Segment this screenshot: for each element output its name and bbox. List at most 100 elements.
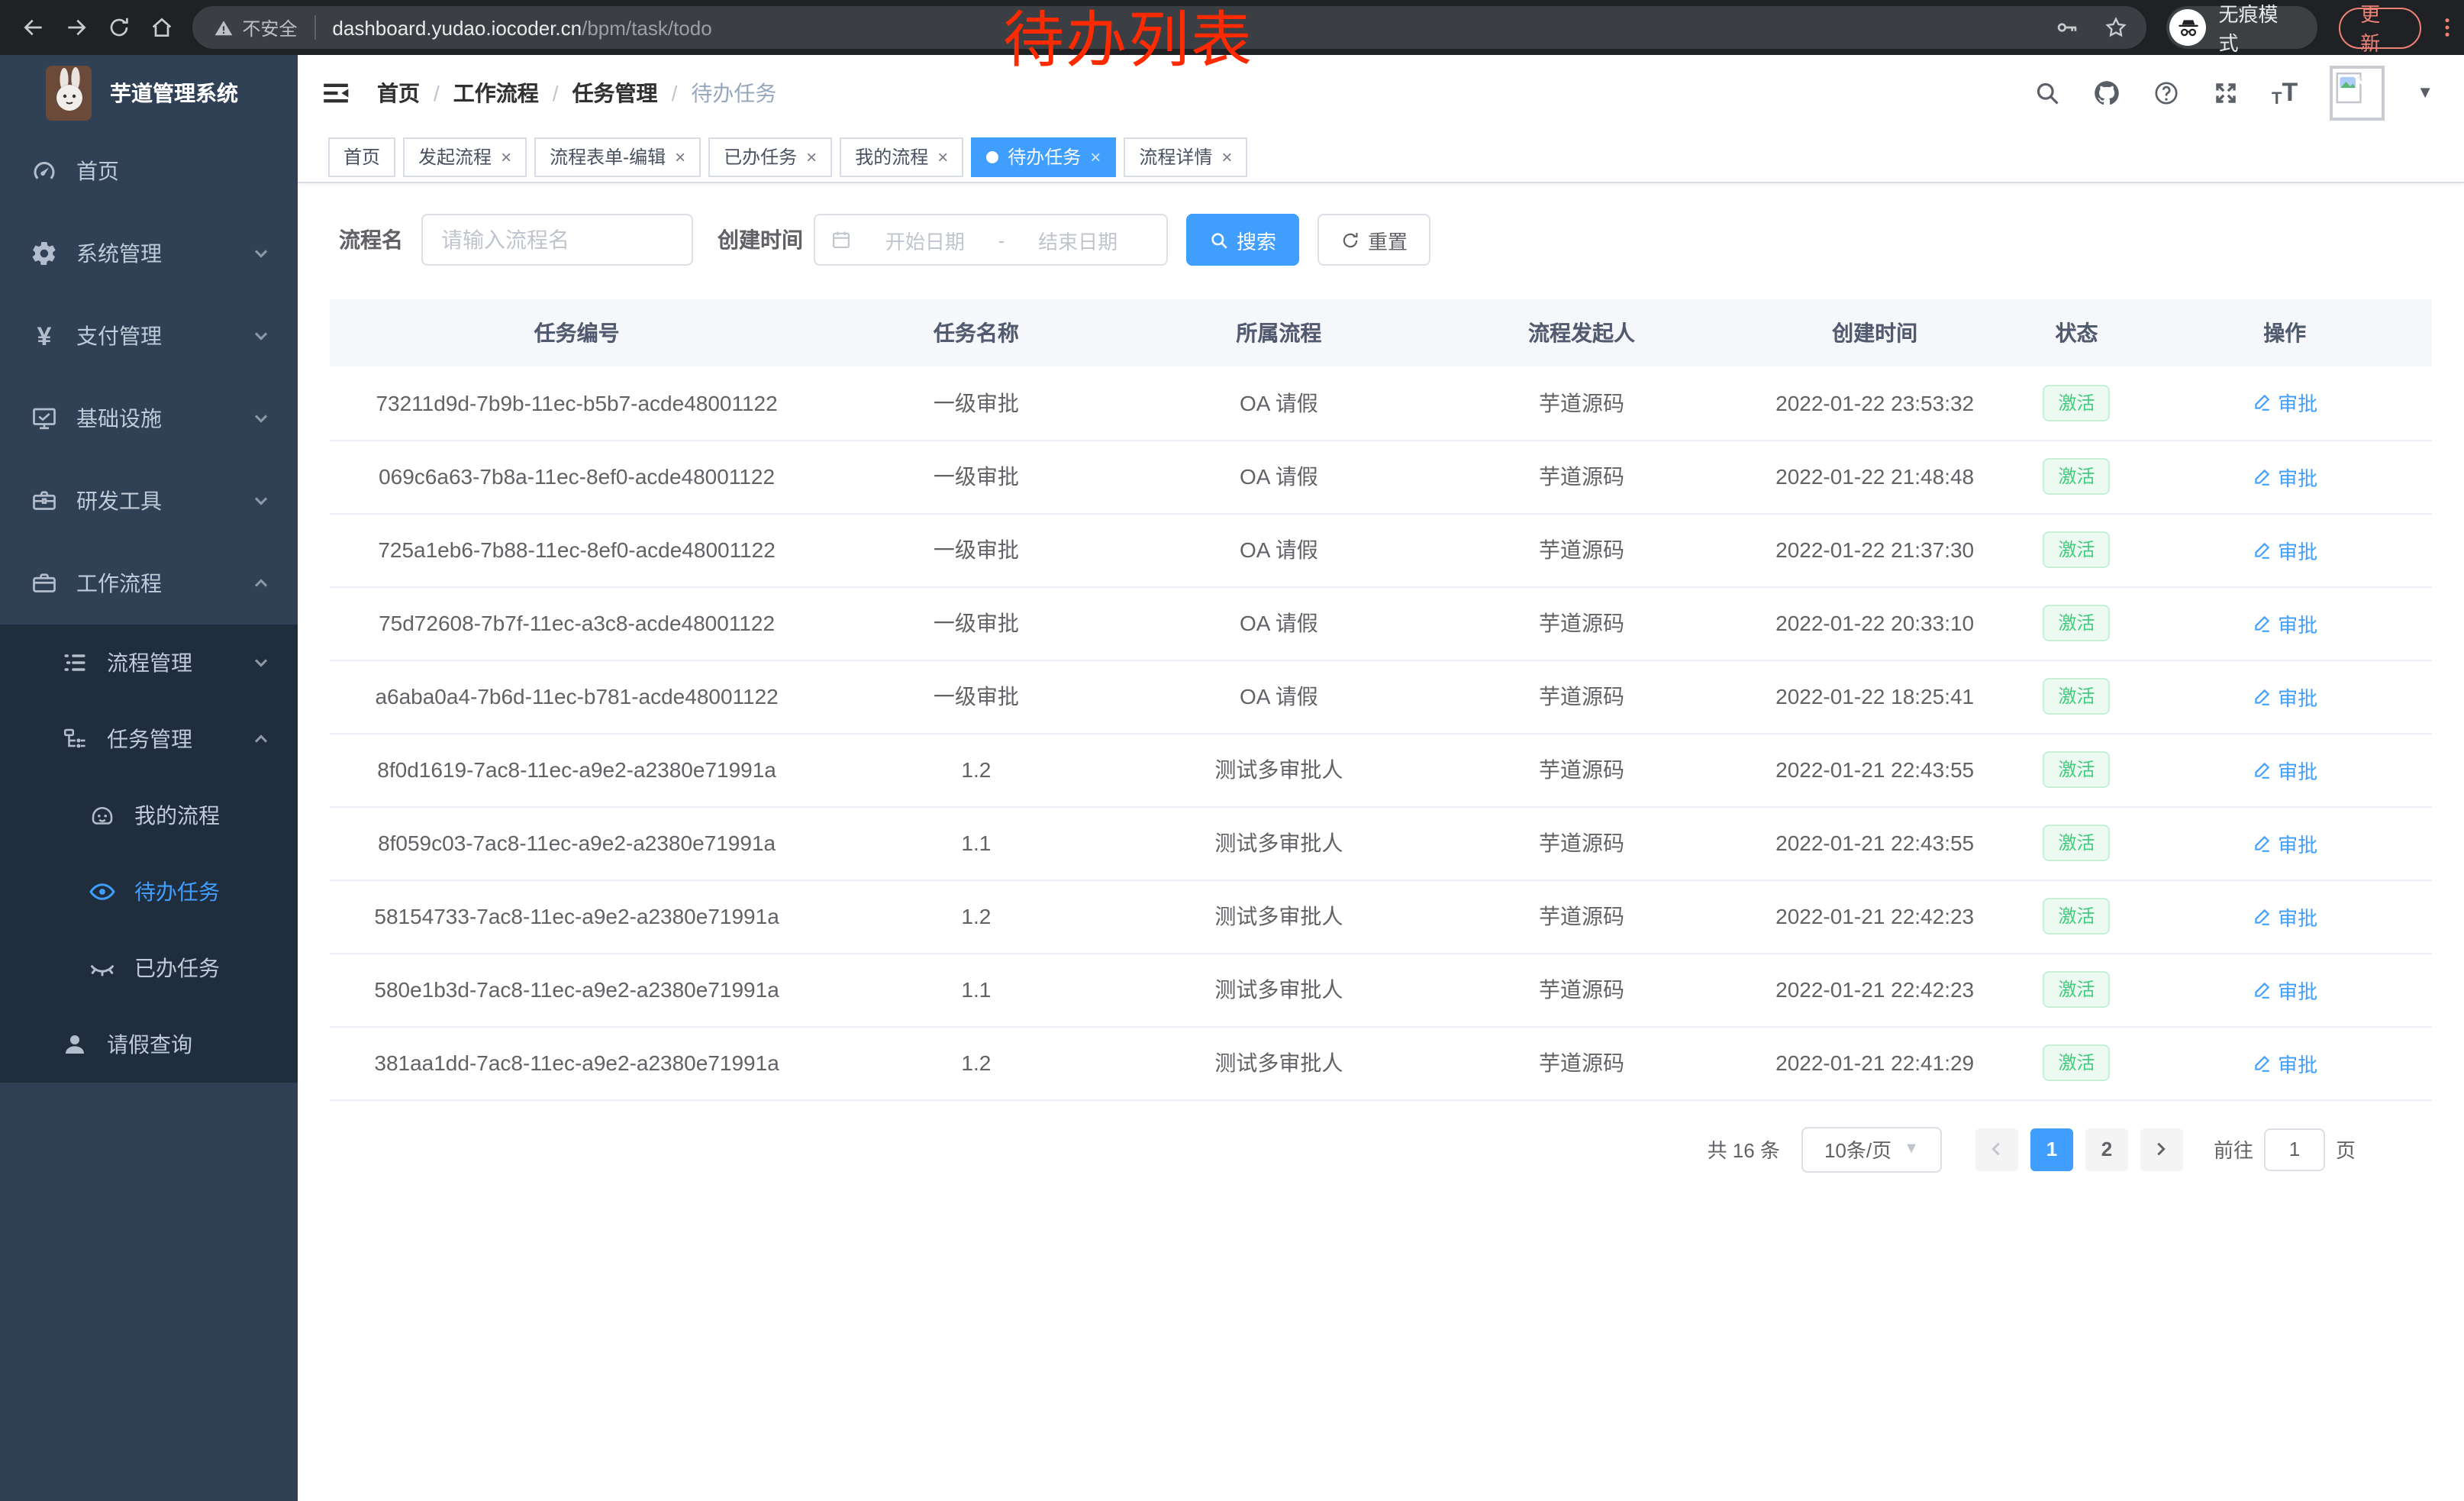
browser-home-button[interactable] <box>140 6 183 49</box>
sidebar-item-label: 基础设施 <box>76 403 162 434</box>
approve-link[interactable]: 审批 <box>2252 902 2317 931</box>
col-initiator: 流程发起人 <box>1429 299 1734 366</box>
goto-label: 前往 <box>2214 1135 2253 1164</box>
approve-link[interactable]: 审批 <box>2252 535 2317 564</box>
chevron-down-icon[interactable]: ▼ <box>2417 84 2433 102</box>
approve-link[interactable]: 审批 <box>2252 682 2317 711</box>
reset-button[interactable]: 重置 <box>1317 214 1430 266</box>
process-cell: 测试多审批人 <box>1129 953 1430 1026</box>
browser-update-button[interactable]: 更新 <box>2339 7 2421 48</box>
prev-page-button[interactable] <box>1975 1128 2018 1170</box>
tab-label: 流程表单-编辑 <box>550 144 666 169</box>
browser-menu-button[interactable] <box>2430 11 2464 44</box>
close-icon[interactable]: × <box>1221 147 1232 166</box>
bookmark-star-icon[interactable] <box>2104 15 2129 40</box>
sidebar-item-label: 已办任务 <box>134 953 220 983</box>
main-area: 首页 / 工作流程 / 任务管理 / 待办任务 <box>298 55 2464 1501</box>
table-row: 069c6a63-7b8a-11ec-8ef0-acde48001122一级审批… <box>330 440 2432 513</box>
fullscreen-icon[interactable] <box>2212 79 2240 107</box>
sidebar-item-label: 任务管理 <box>107 724 192 754</box>
sidebar-item-home[interactable]: 首页 <box>0 130 298 212</box>
page-button-2[interactable]: 2 <box>2085 1128 2128 1170</box>
key-icon[interactable] <box>2056 15 2080 40</box>
create-time-cell: 2022-01-22 21:37:30 <box>1734 513 2016 586</box>
sidebar-item-label: 流程管理 <box>107 647 192 678</box>
goto-page-input[interactable] <box>2264 1128 2325 1170</box>
url-text[interactable]: dashboard.yudao.iocoder.cn/bpm/task/todo <box>332 16 711 39</box>
screen: 不安全 dashboard.yudao.iocoder.cn/bpm/task/… <box>0 0 2464 1501</box>
close-icon[interactable]: × <box>675 147 685 166</box>
breadcrumb-task-manage[interactable]: 任务管理 <box>572 78 658 108</box>
page-size-select[interactable]: 10条/页 ▼ <box>1801 1126 1942 1172</box>
table-row: 8f059c03-7ac8-11ec-a9e2-a2380e71991a1.1测… <box>330 806 2432 880</box>
sidebar-item-system[interactable]: 系统管理 <box>0 212 298 295</box>
sidebar-item-leave-query[interactable]: 请假查询 <box>0 1006 298 1083</box>
close-icon[interactable]: × <box>806 147 817 166</box>
sidebar-logo-row[interactable]: 芋道管理系统 <box>0 55 298 130</box>
approve-link[interactable]: 审批 <box>2252 1048 2317 1077</box>
close-icon[interactable]: × <box>937 147 948 166</box>
sidebar-item-task-manage[interactable]: 任务管理 <box>0 701 298 777</box>
next-page-button[interactable] <box>2140 1128 2183 1170</box>
annotation-todo-list: 待办列表 <box>1003 6 1253 76</box>
sidebar-item-my-process[interactable]: 我的流程 <box>0 777 298 854</box>
tab-todo-task[interactable]: 待办任务× <box>971 137 1116 176</box>
sidebar-item-done-task[interactable]: 已办任务 <box>0 930 298 1006</box>
search-icon[interactable] <box>2033 79 2061 107</box>
range-separator: - <box>998 228 1005 251</box>
approve-link[interactable]: 审批 <box>2252 755 2317 784</box>
task-id-cell: 580e1b3d-7ac8-11ec-a9e2-a2380e71991a <box>330 953 824 1026</box>
browser-reload-button[interactable] <box>98 6 140 49</box>
status-cell: 激活 <box>2016 586 2138 660</box>
process-cell: 测试多审批人 <box>1129 1026 1430 1099</box>
task-id-cell: 381aa1dd-7ac8-11ec-a9e2-a2380e71991a <box>330 1026 824 1099</box>
tab-home[interactable]: 首页 <box>328 137 395 176</box>
sidebar-item-payment[interactable]: ¥支付管理 <box>0 295 298 377</box>
create-time-cell: 2022-01-21 22:42:23 <box>1734 880 2016 953</box>
sidebar-item-infrastructure[interactable]: 基础设施 <box>0 377 298 460</box>
approve-link[interactable]: 审批 <box>2252 389 2317 418</box>
breadcrumb-home[interactable]: 首页 <box>377 78 420 108</box>
tab-my-process[interactable]: 我的流程× <box>840 137 963 176</box>
approve-link[interactable]: 审批 <box>2252 462 2317 491</box>
search-button[interactable]: 搜索 <box>1186 214 1299 266</box>
search-icon <box>1209 230 1229 250</box>
pen-icon <box>2252 760 2272 780</box>
task-id-cell: 8f059c03-7ac8-11ec-a9e2-a2380e71991a <box>330 806 824 880</box>
browser-back-button[interactable] <box>12 6 55 49</box>
tab-done-task[interactable]: 已办任务× <box>708 137 832 176</box>
sidebar-item-todo-task[interactable]: 待办任务 <box>0 854 298 930</box>
browser-forward-button[interactable] <box>55 6 98 49</box>
task-id-cell: 73211d9d-7b9b-11ec-b5b7-acde48001122 <box>330 366 824 440</box>
approve-link[interactable]: 审批 <box>2252 828 2317 857</box>
tab-form-edit[interactable]: 流程表单-编辑 × <box>534 137 701 176</box>
incognito-badge: 无痕模式 <box>2167 6 2318 49</box>
tab-process-detail[interactable]: 流程详情× <box>1124 137 1247 176</box>
task-id-cell: 8f0d1619-7ac8-11ec-a9e2-a2380e71991a <box>330 733 824 806</box>
pen-icon <box>2252 906 2272 926</box>
task-name-cell: 一级审批 <box>824 513 1128 586</box>
avatar[interactable] <box>2330 66 2385 121</box>
sidebar-item-process-manage[interactable]: 流程管理 <box>0 625 298 701</box>
close-icon[interactable]: × <box>501 147 511 166</box>
security-label[interactable]: 不安全 <box>242 15 297 40</box>
help-icon[interactable] <box>2153 79 2180 107</box>
process-cell: 测试多审批人 <box>1129 806 1430 880</box>
font-size-icon[interactable]: TT <box>2272 78 2298 108</box>
close-icon[interactable]: × <box>1090 147 1101 166</box>
sidebar-item-dev-tools[interactable]: 研发工具 <box>0 460 298 542</box>
date-range-picker[interactable]: 开始日期 - 结束日期 <box>814 214 1168 266</box>
initiator-cell: 芋道源码 <box>1429 733 1734 806</box>
breadcrumb-workflow[interactable]: 工作流程 <box>453 78 539 108</box>
sidebar-toggle-button[interactable] <box>319 76 353 110</box>
sidebar-item-workflow[interactable]: 工作流程 <box>0 542 298 625</box>
github-icon[interactable] <box>2093 79 2121 107</box>
tab-start-process[interactable]: 发起流程× <box>403 137 527 176</box>
initiator-cell: 芋道源码 <box>1429 806 1734 880</box>
approve-link[interactable]: 审批 <box>2252 975 2317 1004</box>
process-name-input[interactable] <box>421 214 693 266</box>
monitor-icon <box>31 405 58 432</box>
page-button-1[interactable]: 1 <box>2030 1128 2073 1170</box>
approve-link[interactable]: 审批 <box>2252 608 2317 638</box>
omnibox-divider <box>314 15 315 40</box>
